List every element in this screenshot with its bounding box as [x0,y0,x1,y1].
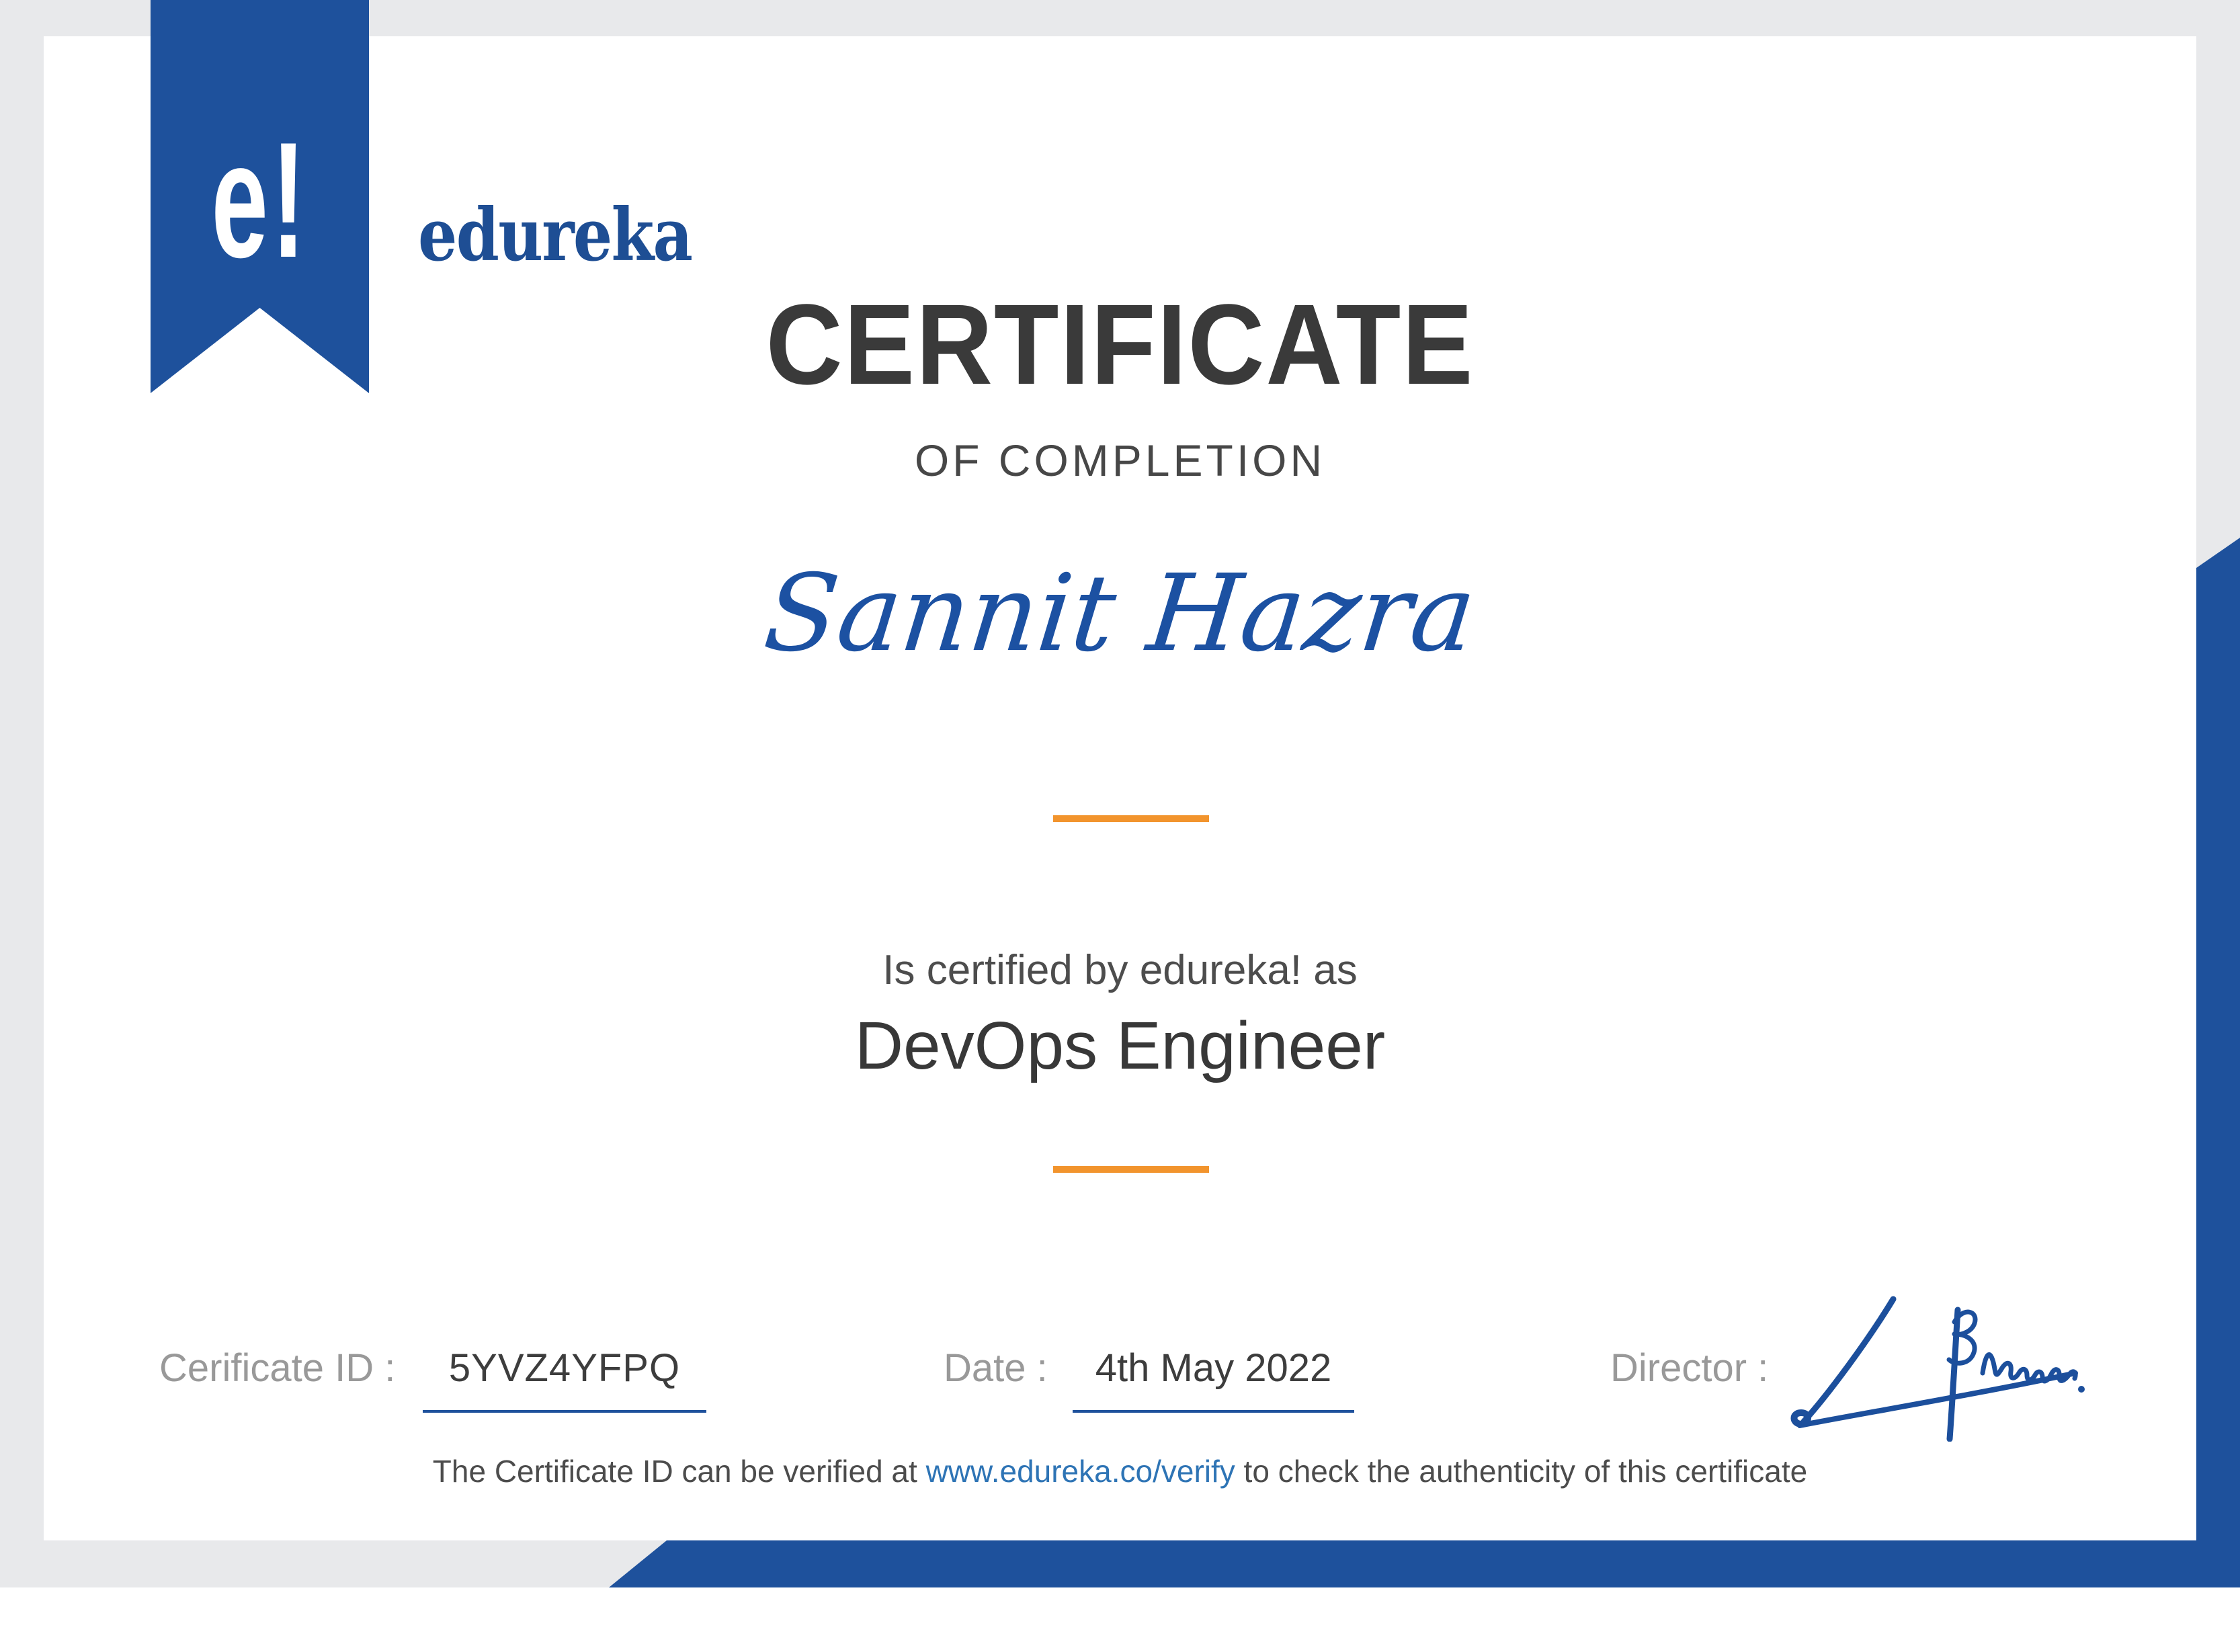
director-signature-icon [1781,1287,2097,1442]
date-label: Date : [944,1349,1048,1388]
certificate-subtitle: OF COMPLETION [44,438,2196,483]
certificate-page: e! edureka CERTIFICATE OF COMPLETION San… [0,0,2240,1652]
certificate-id-value: 5YVZ4YFPQ [423,1349,706,1388]
verification-note-prefix: The Certificate ID can be verified at [433,1454,926,1489]
edureka-logo-mark-icon: e! [151,118,369,282]
director-label: Director : [1610,1349,1768,1388]
frame-left-strip [0,0,44,1587]
recipient-name: Sannit Hazra [38,561,2202,667]
course-title: DevOps Engineer [44,1012,2196,1079]
frame-right-strip-grey [2196,0,2240,568]
certificate-id-underline [423,1410,706,1413]
date-value: 4th May 2022 [1073,1349,1354,1388]
frame-right-strip-blue [2196,538,2240,1587]
logo-mark-text: e! [211,118,308,282]
edureka-wordmark: edureka [418,199,692,272]
verification-note: The Certificate ID can be verified at ww… [44,1453,2196,1490]
certificate-id-label: Cerificate ID : [159,1349,395,1388]
divider-top [1053,815,1209,822]
verification-note-suffix: to check the authenticity of this certif… [1235,1454,1807,1489]
frame-bottom-band-grey [0,1540,669,1587]
date-underline [1073,1410,1354,1413]
certified-line: Is certified by edureka! as [44,950,2196,991]
certificate-title: CERTIFICATE [119,288,2121,402]
frame-bottom-band-blue [609,1540,2240,1587]
divider-bottom [1053,1166,1209,1173]
verify-link[interactable]: www.edureka.co/verify [926,1454,1235,1489]
